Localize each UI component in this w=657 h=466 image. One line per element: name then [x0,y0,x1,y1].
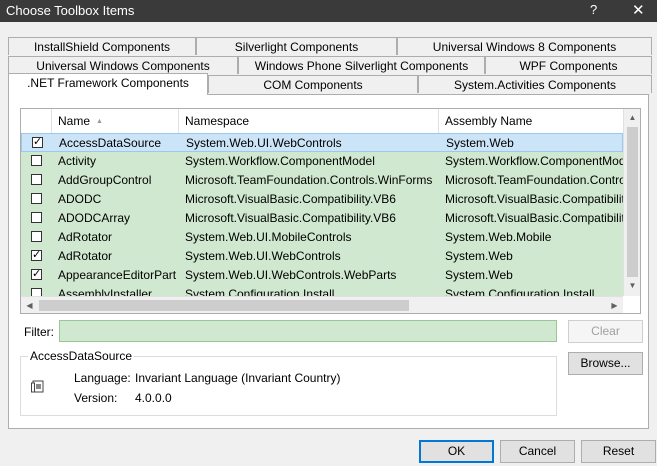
checkmark-icon: ✓ [32,249,42,261]
row-checkbox[interactable] [31,193,42,204]
table-row[interactable]: AddGroupControl Microsoft.TeamFoundation.… [21,171,623,190]
scroll-down-icon[interactable]: ▼ [624,281,640,290]
scroll-up-icon[interactable]: ▲ [624,113,640,122]
sort-ascending-icon: ▲ [96,117,103,125]
cell-namespace: System.Web.UI.WebControls [185,249,341,263]
version-label: Version: [74,391,118,405]
cell-assembly-name: Microsoft.TeamFoundation.Contro [445,173,623,187]
list-header: Name ▲ Namespace Assembly Name [21,109,623,134]
tab-universal-windows-8-components[interactable]: Universal Windows 8 Components [397,37,652,55]
cell-name: AdRotator [58,249,113,263]
language-value: Invariant Language (Invariant Country) [135,371,341,385]
component-list[interactable]: Name ▲ Namespace Assembly Name ✓ AccessDat… [20,108,641,314]
cell-namespace: Microsoft.VisualBasic.Compatibility.VB6 [185,192,396,206]
filter-input[interactable] [59,320,557,342]
title-bar: Choose Toolbox Items ? ✕ [0,0,657,22]
close-icon[interactable]: ✕ [632,1,645,19]
tab-wpf-components[interactable]: WPF Components [485,56,652,74]
table-row[interactable]: AdRotator System.Web.UI.MobileControls Sys… [21,228,623,247]
horizontal-scrollbar[interactable]: ◀ ▶ [21,296,623,313]
vertical-scrollbar[interactable]: ▲ ▼ [623,109,640,296]
scroll-right-icon[interactable]: ▶ [606,301,623,310]
window-title: Choose Toolbox Items [6,3,135,18]
row-checkbox[interactable]: ✓ [32,136,43,148]
component-icon [31,378,45,397]
details-group [20,356,557,416]
filter-label: Filter: [24,325,54,339]
ok-button[interactable]: OK [419,440,494,463]
tab-silverlight-components[interactable]: Silverlight Components [196,37,397,55]
tab-system-activities-components[interactable]: System.Activities Components [418,75,652,93]
tab-installshield-components[interactable]: InstallShield Components [8,37,196,55]
table-row[interactable]: ADODCArray Microsoft.VisualBasic.Compatib… [21,209,623,228]
cell-assembly-name: Microsoft.VisualBasic.Compatibilit [445,211,623,225]
cell-name: ADODC [58,192,102,206]
reset-button[interactable]: Reset [581,440,656,463]
row-checkbox[interactable]: ✓ [31,249,42,261]
scroll-left-icon[interactable]: ◀ [21,301,38,310]
cell-assembly-name: System.Web.Mobile [445,230,552,244]
language-label: Language: [74,371,131,385]
row-checkbox[interactable] [31,174,42,185]
cell-assembly-name: System.Web [445,268,513,282]
cell-namespace: System.Web.UI.MobileControls [185,230,352,244]
header-namespace[interactable]: Namespace [179,109,439,133]
cell-assembly-name: System.Workflow.ComponentMod [445,154,623,168]
cell-name: AdRotator [58,230,113,244]
tab-universal-windows-components[interactable]: Universal Windows Components [8,56,238,74]
table-row[interactable]: ✓ AccessDataSource System.Web.UI.WebContro… [21,133,623,152]
row-checkbox[interactable] [31,212,42,223]
details-title: AccessDataSource [28,349,135,363]
header-assembly-name[interactable]: Assembly Name [439,109,623,133]
clear-button[interactable]: Clear [568,320,643,343]
cell-namespace: Microsoft.VisualBasic.Compatibility.VB6 [185,211,396,225]
cell-namespace: System.Web.UI.WebControls [186,136,342,150]
cell-namespace: System.Workflow.ComponentModel [185,154,375,168]
version-value: 4.0.0.0 [135,391,172,405]
row-checkbox[interactable]: ✓ [31,268,42,280]
header-name[interactable]: Name ▲ [52,109,179,133]
horizontal-scroll-thumb[interactable] [39,300,409,311]
cell-name: AccessDataSource [59,136,162,150]
table-row[interactable]: ✓ AppearanceEditorPart System.Web.UI.WebCo… [21,266,623,285]
tab-windows-phone-silverlight-components[interactable]: Windows Phone Silverlight Components [238,56,485,74]
cell-assembly-name: System.Web [445,249,513,263]
cell-namespace: Microsoft.TeamFoundation.Controls.WinFor… [185,173,433,187]
tab-com-components[interactable]: COM Components [208,75,418,93]
table-row[interactable]: Activity System.Workflow.ComponentModel Sy… [21,152,623,171]
table-row[interactable]: ADODC Microsoft.VisualBasic.Compatibility… [21,190,623,209]
cell-assembly-name: System.Web [446,136,514,150]
cell-name: ADODCArray [58,211,131,225]
list-rows: ✓ AccessDataSource System.Web.UI.WebContro… [21,133,623,299]
cancel-button[interactable]: Cancel [500,440,575,463]
row-checkbox[interactable] [31,155,42,166]
cell-assembly-name: Microsoft.VisualBasic.Compatibilit [445,192,623,206]
tab-net-framework-components[interactable]: .NET Framework Components [8,73,208,95]
browse-button[interactable]: Browse... [568,352,643,375]
row-checkbox[interactable] [31,231,42,242]
cell-namespace: System.Web.UI.WebControls.WebParts [185,268,397,282]
cell-name: Activity [58,154,97,168]
vertical-scroll-thumb[interactable] [627,127,638,277]
checkmark-icon: ✓ [33,136,43,148]
checkmark-icon: ✓ [32,268,42,280]
table-row[interactable]: ✓ AdRotator System.Web.UI.WebControls Syste… [21,247,623,266]
cell-name: AppearanceEditorPart [58,268,177,282]
header-check-column[interactable] [21,109,52,133]
cell-name: AddGroupControl [58,173,152,187]
help-button[interactable]: ? [590,2,597,17]
